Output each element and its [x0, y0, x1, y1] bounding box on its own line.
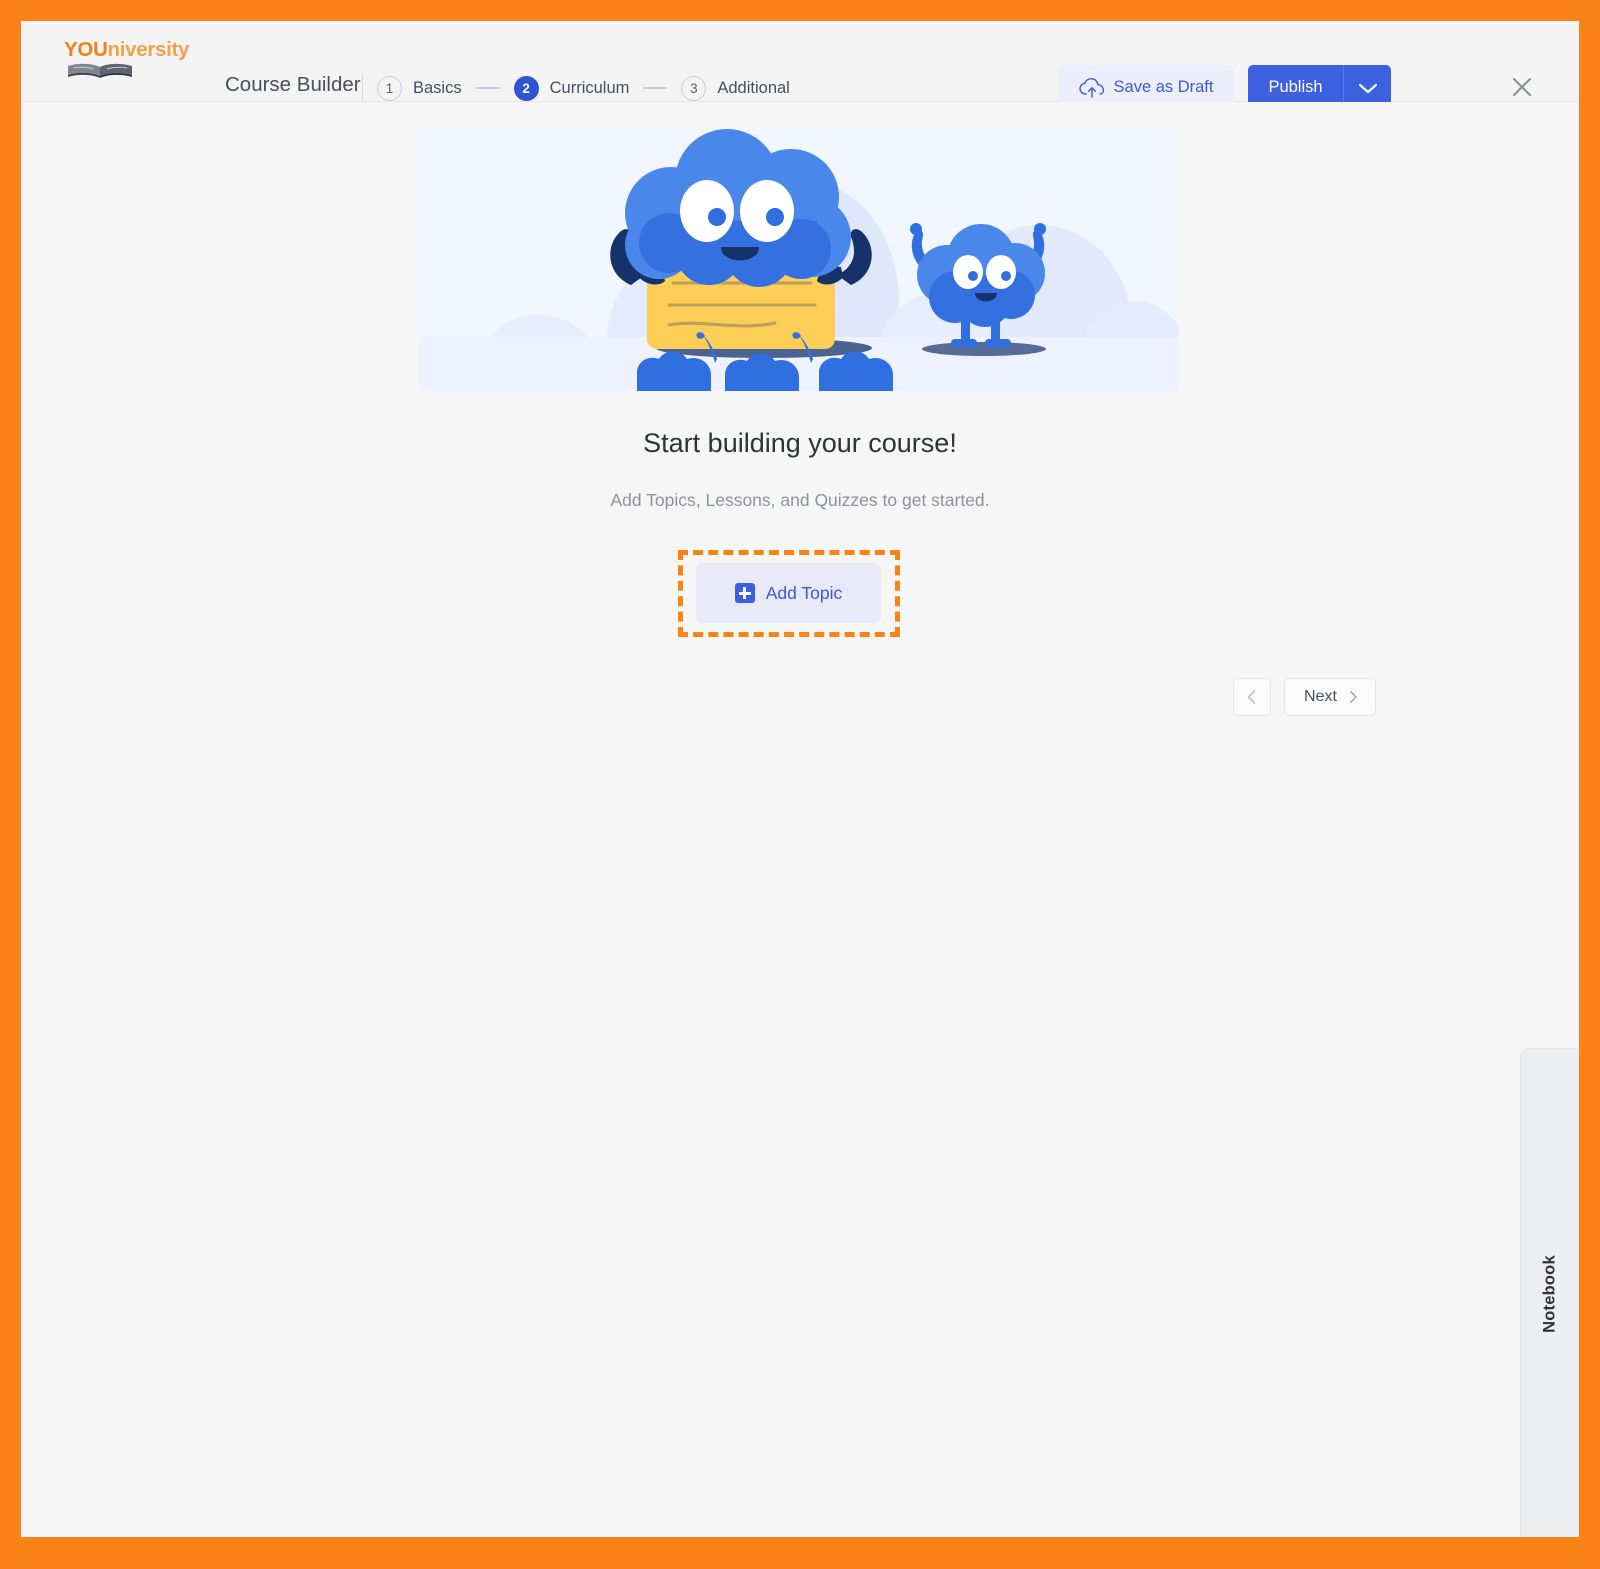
step-curriculum[interactable]: 2 Curriculum: [513, 75, 630, 101]
step-connector: [475, 87, 500, 89]
header-divider: [362, 74, 363, 102]
cloud-upload-icon: [1078, 77, 1104, 98]
notebook-label: Notebook: [1540, 1254, 1559, 1333]
main-content: Start building your course! Add Topics, …: [21, 102, 1579, 1537]
app-header: YOUniversity Course Builder 1 Basics 2 C…: [21, 21, 1579, 110]
cloud-head-big: [625, 129, 851, 287]
step-progress: 1 Basics 2 Curriculum 3 Additional: [377, 73, 790, 103]
empty-state-illustration: [419, 125, 1179, 391]
step-curriculum-label: Curriculum: [549, 78, 630, 97]
brand-name-rest: niversity: [107, 38, 190, 61]
close-button[interactable]: [1503, 68, 1541, 106]
chevron-down-icon: [1358, 83, 1377, 93]
add-topic-button[interactable]: Add Topic: [696, 563, 881, 623]
previous-step-button[interactable]: [1233, 678, 1271, 716]
step-additional[interactable]: 3 Additional: [681, 75, 790, 101]
chevron-left-icon: [1247, 690, 1256, 704]
empty-state-title: Start building your course!: [643, 428, 957, 458]
step-additional-label: Additional: [717, 78, 790, 97]
add-topic-label: Add Topic: [765, 582, 843, 603]
step-additional-number: 3: [681, 75, 707, 101]
brand-name-bold: YOU: [64, 38, 108, 61]
step-basics[interactable]: 1 Basics: [377, 75, 462, 101]
step-curriculum-number: 2: [513, 75, 539, 101]
brand-wordmark: YOUniversity: [64, 39, 224, 61]
close-icon: [1512, 77, 1532, 97]
save-as-draft-label: Save as Draft: [1113, 78, 1214, 96]
notebook-side-tab[interactable]: Notebook: [1520, 1048, 1579, 1537]
chevron-right-icon: [1350, 691, 1357, 703]
page-title: Course Builder: [225, 73, 361, 96]
big-cloud-character: [610, 129, 872, 349]
plus-icon: [734, 583, 755, 603]
cloud-characters-illustration: [419, 129, 1179, 391]
brand-logo[interactable]: YOUniversity: [64, 39, 224, 85]
app-window: YOUniversity Course Builder 1 Basics 2 C…: [21, 21, 1579, 1537]
step-connector: [643, 87, 668, 89]
step-basics-number: 1: [377, 75, 402, 101]
open-book-icon: [68, 63, 132, 78]
next-step-label: Next: [1304, 688, 1337, 705]
next-step-button[interactable]: Next: [1284, 678, 1376, 716]
empty-state-subtitle: Add Topics, Lessons, and Quizzes to get …: [610, 490, 990, 510]
step-basics-label: Basics: [413, 78, 462, 97]
pagination-controls: Next: [1233, 678, 1376, 716]
